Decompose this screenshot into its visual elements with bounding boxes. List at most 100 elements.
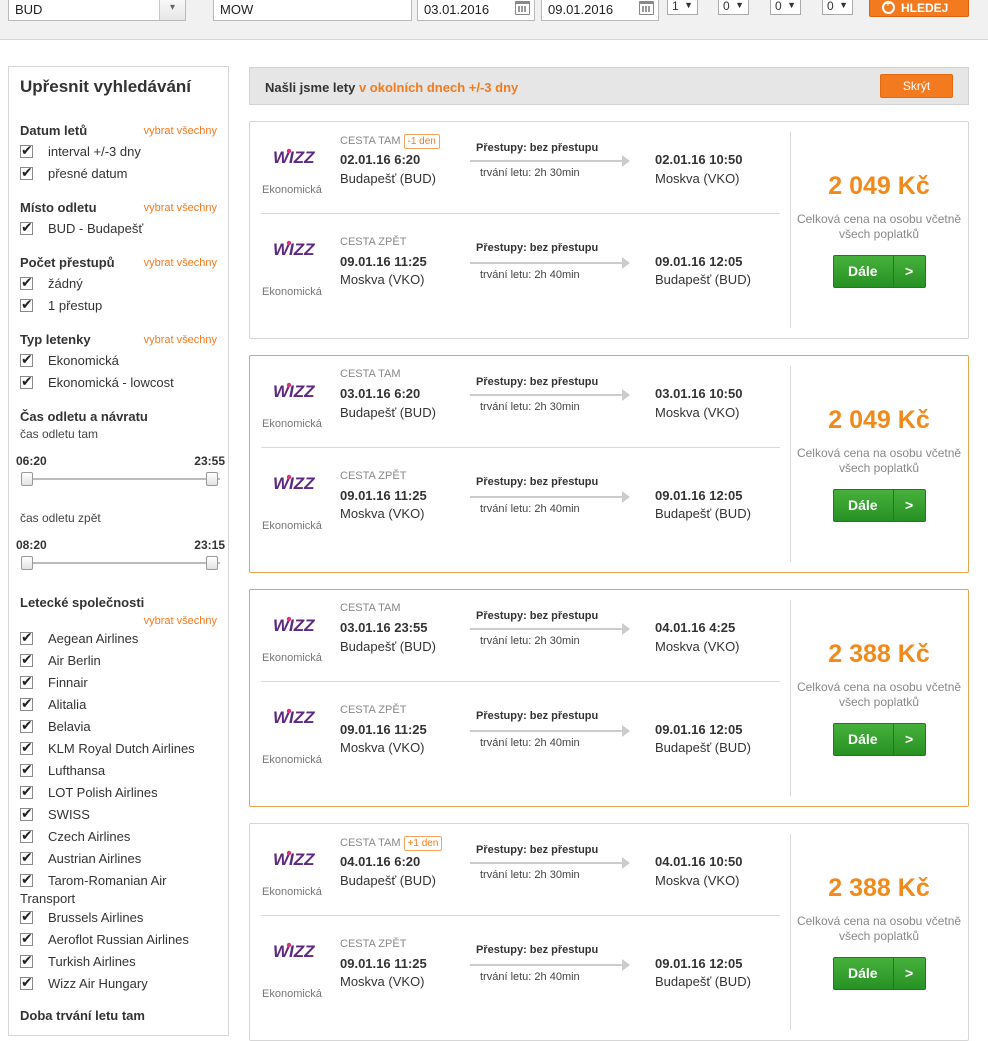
direction-label: CESTA TAM -1 den <box>340 134 440 149</box>
extra-select[interactable]: 0 ▼ <box>822 0 853 15</box>
departure-datetime: 03.01.16 23:55 <box>340 620 428 635</box>
checkbox[interactable] <box>20 164 33 181</box>
checkbox[interactable] <box>20 739 33 756</box>
chevron-down-icon[interactable]: ▾ <box>159 0 185 20</box>
checkbox[interactable] <box>20 274 33 291</box>
checkbox[interactable] <box>20 849 33 866</box>
direction-label: CESTA TAM <box>340 602 401 614</box>
transfers-info: Přestupy: bez přestupu <box>476 476 599 488</box>
return-leg: WIZZ Ekonomická CESTA ZPĚT 09.01.16 11:2… <box>261 447 780 547</box>
origin-select-all-link[interactable]: vybrat všechny <box>144 202 217 214</box>
departure-datetime: 04.01.16 6:20 <box>340 854 421 869</box>
slider-handle[interactable] <box>206 556 218 570</box>
depart-date-value: 03.01.2016 <box>424 2 490 17</box>
direction-label: CESTA ZPĚT <box>340 704 407 716</box>
checkbox[interactable] <box>20 673 33 690</box>
checkbox[interactable] <box>20 651 33 668</box>
continue-button[interactable]: Dále > <box>833 957 926 990</box>
checkbox[interactable] <box>20 717 33 734</box>
svg-text:WIZZ: WIZZ <box>273 474 315 493</box>
checkbox[interactable] <box>20 142 33 159</box>
infants-select[interactable]: 0 ▼ <box>770 0 801 15</box>
wizz-air-logo: WIZZ <box>272 381 322 401</box>
adults-select[interactable]: 1 ▼ <box>667 0 698 15</box>
ticket-select-all-link[interactable]: vybrat všechny <box>144 334 217 346</box>
out-time-min: 06:20 <box>16 454 47 468</box>
notice-highlight: v okolních dnech +/-3 dny <box>358 80 519 95</box>
continue-button[interactable]: Dále > <box>833 723 926 756</box>
out-time-slider[interactable] <box>23 478 220 480</box>
back-time-slider[interactable] <box>23 562 220 564</box>
price-note: Celková cena na osobu včetně všech popla… <box>796 680 962 709</box>
continue-button[interactable]: Dále > <box>833 255 926 288</box>
price-note: Celková cena na osobu včetně všech popla… <box>796 212 962 241</box>
destination-value: MOW <box>220 2 254 17</box>
depart-date-input[interactable]: 03.01.2016 <box>417 0 535 21</box>
calendar-icon[interactable] <box>515 1 530 15</box>
result-card: WIZZ Ekonomická CESTA TAM +1 den 04.01.16… <box>249 823 969 1041</box>
result-card: WIZZ Ekonomická CESTA TAM -1 den 02.01.16… <box>249 121 969 339</box>
calendar-icon[interactable] <box>639 1 654 15</box>
checkbox-label: Alitalia <box>48 697 87 712</box>
checkbox-label: Brussels Airlines <box>48 910 144 925</box>
checkbox[interactable] <box>20 827 33 844</box>
direction-label: CESTA ZPĚT <box>340 470 407 482</box>
checkbox-label: Tarom-Romanian Air <box>48 873 167 888</box>
checkbox[interactable] <box>20 351 33 368</box>
flight-duration: trvání letu: 2h 30min <box>480 869 580 881</box>
checkbox[interactable] <box>20 974 33 991</box>
svg-text:WIZZ: WIZZ <box>273 382 315 401</box>
svg-text:WIZZ: WIZZ <box>273 616 315 635</box>
slider-handle[interactable] <box>21 556 33 570</box>
checkbox[interactable] <box>20 805 33 822</box>
search-button-label: HLEDEJ <box>901 1 949 15</box>
checkbox[interactable] <box>20 695 33 712</box>
checkbox[interactable] <box>20 761 33 778</box>
arrival-place: Moskva (VKO) <box>655 873 740 888</box>
checkbox[interactable] <box>20 908 33 925</box>
departure-place: Budapešť (BUD) <box>340 639 436 654</box>
origin-select[interactable]: BUD ▾ <box>8 0 186 21</box>
checkbox[interactable] <box>20 871 33 888</box>
checkbox[interactable] <box>20 296 33 313</box>
direction-label: CESTA ZPĚT <box>340 938 407 950</box>
stops-select-all-link[interactable]: vybrat všechny <box>144 257 217 269</box>
slider-handle[interactable] <box>206 472 218 486</box>
hide-button[interactable]: Skrýt <box>880 74 953 98</box>
checkbox[interactable] <box>20 629 33 646</box>
continue-button-label: Dále <box>848 731 878 747</box>
divider <box>893 256 894 287</box>
return-date-input[interactable]: 09.01.2016 <box>541 0 659 21</box>
transfers-info: Přestupy: bez přestupu <box>476 142 599 154</box>
class-label: Ekonomická <box>262 520 322 532</box>
divider <box>893 490 894 521</box>
checkbox[interactable] <box>20 783 33 800</box>
direction-label: CESTA TAM <box>340 368 401 380</box>
dates-select-all-link[interactable]: vybrat všechny <box>144 125 217 137</box>
airlines-select-all-link[interactable]: vybrat všechny <box>144 615 217 627</box>
filter-sidebar: Upřesnit vyhledávání Datum letů vybrat v… <box>8 66 229 1036</box>
back-time-label: čas odletu zpět <box>20 511 101 525</box>
destination-input[interactable]: MOW <box>213 0 412 21</box>
checkbox[interactable] <box>20 930 33 947</box>
checkbox[interactable] <box>20 373 33 390</box>
class-label: Ekonomická <box>262 886 322 898</box>
chevron-down-icon: ▼ <box>684 0 693 10</box>
ticket-title: Typ letenky <box>20 332 91 347</box>
duration-title: Doba trvání letu tam <box>20 1008 145 1023</box>
arrival-datetime: 04.01.16 10:50 <box>655 854 743 869</box>
class-label: Ekonomická <box>262 754 322 766</box>
continue-button[interactable]: Dále > <box>833 489 926 522</box>
checkbox[interactable] <box>20 952 33 969</box>
direction-label: CESTA ZPĚT <box>340 236 407 248</box>
departure-place: Moskva (VKO) <box>340 974 425 989</box>
stops-title: Počet přestupů <box>20 255 115 270</box>
slider-handle[interactable] <box>21 472 33 486</box>
search-button[interactable]: HLEDEJ <box>869 0 969 17</box>
checkbox[interactable] <box>20 219 33 236</box>
departure-place: Moskva (VKO) <box>340 740 425 755</box>
transfers-info: Přestupy: bez přestupu <box>476 610 599 622</box>
divider <box>893 724 894 755</box>
children-select[interactable]: 0 ▼ <box>718 0 749 15</box>
checkbox-label: KLM Royal Dutch Airlines <box>48 741 195 756</box>
